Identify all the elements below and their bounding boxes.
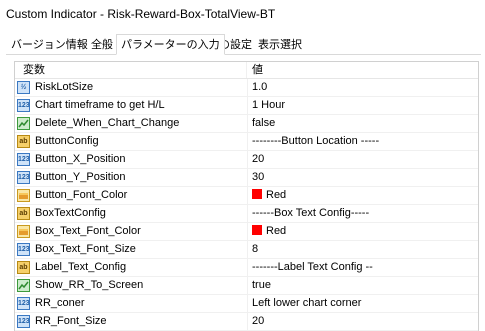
variable-name: Delete_When_Chart_Change bbox=[35, 117, 180, 129]
variable-name: Box_Text_Font_Size bbox=[35, 243, 136, 255]
parameters-table: 変数 値 ½ RiskLotSize 1.0 123 Chart timeframe t… bbox=[14, 61, 479, 331]
column-header-variable[interactable]: 変数 bbox=[15, 62, 247, 78]
value-cell[interactable]: 20 bbox=[248, 151, 478, 168]
variable-cell: Show_RR_To_Screen bbox=[15, 277, 248, 294]
window-title: Custom Indicator - Risk-Reward-Box-Total… bbox=[6, 7, 276, 21]
value-text: 8 bbox=[252, 243, 259, 255]
variable-name: BoxTextConfig bbox=[35, 207, 106, 219]
tab-general[interactable]: 全般 bbox=[86, 36, 118, 53]
value-text: 1.0 bbox=[252, 81, 268, 93]
table-row[interactable]: Show_RR_To_Screen true bbox=[15, 277, 478, 295]
variable-cell: 123 Button_X_Position bbox=[15, 151, 248, 168]
value-text: true bbox=[252, 279, 271, 291]
boolean-type-icon bbox=[17, 279, 30, 292]
value-text: ------Box Text Config----- bbox=[252, 207, 370, 219]
variable-name: Button_Font_Color bbox=[35, 189, 128, 201]
column-header-value[interactable]: 値 bbox=[248, 62, 478, 78]
value-text: -------Label Text Config -- bbox=[252, 261, 373, 273]
value-text: false bbox=[252, 117, 276, 129]
value-cell[interactable]: 8 bbox=[248, 241, 478, 258]
value-cell[interactable]: true bbox=[248, 277, 478, 294]
integer-type-icon: 123 bbox=[17, 243, 30, 256]
table-row[interactable]: 123 Button_Y_Position 30 bbox=[15, 169, 478, 187]
tab-inputs[interactable]: パラメーターの入力 bbox=[116, 34, 225, 55]
value-cell[interactable]: 30 bbox=[248, 169, 478, 186]
tab-version-info[interactable]: バージョン情報 bbox=[6, 36, 93, 53]
value-text: 30 bbox=[252, 171, 265, 183]
table-row[interactable]: Delete_When_Chart_Change false bbox=[15, 115, 478, 133]
string-type-icon: ab bbox=[17, 135, 30, 148]
variable-name: RR_Font_Size bbox=[35, 315, 107, 327]
tab-visualization[interactable]: 表示選択 bbox=[253, 36, 307, 53]
inputs-panel: 変数 値 ½ RiskLotSize 1.0 123 Chart timeframe t… bbox=[6, 54, 481, 331]
table-row[interactable]: 123 Box_Text_Font_Size 8 bbox=[15, 241, 478, 259]
boolean-type-icon bbox=[17, 117, 30, 130]
variable-cell: ab BoxTextConfig bbox=[15, 205, 248, 222]
value-text: 20 bbox=[252, 315, 265, 327]
table-row[interactable]: ab ButtonConfig --------Button Location --… bbox=[15, 133, 478, 151]
variable-name: RR_coner bbox=[35, 297, 85, 309]
color-swatch bbox=[252, 189, 262, 199]
title-bar: Custom Indicator - Risk-Reward-Box-Total… bbox=[0, 0, 485, 28]
double-type-icon: ½ bbox=[17, 81, 30, 94]
variable-cell: ab Label_Text_Config bbox=[15, 259, 248, 276]
color-type-icon bbox=[17, 225, 30, 238]
value-text: --------Button Location ----- bbox=[252, 135, 380, 147]
value-cell[interactable]: false bbox=[248, 115, 478, 132]
table-row[interactable]: 123 Button_X_Position 20 bbox=[15, 151, 478, 169]
table-header: 変数 値 bbox=[15, 62, 478, 79]
variable-cell: Box_Text_Font_Color bbox=[15, 223, 248, 240]
value-cell[interactable]: ------Box Text Config----- bbox=[248, 205, 478, 222]
value-text: 1 Hour bbox=[252, 99, 286, 111]
value-cell[interactable]: 20 bbox=[248, 313, 478, 330]
variable-name: RiskLotSize bbox=[35, 81, 94, 93]
variable-cell: 123 RR_coner bbox=[15, 295, 248, 312]
integer-type-icon: 123 bbox=[17, 153, 30, 166]
value-cell[interactable]: Left lower chart corner bbox=[248, 295, 478, 312]
variable-cell: Button_Font_Color bbox=[15, 187, 248, 204]
variable-cell: 123 Button_Y_Position bbox=[15, 169, 248, 186]
variable-cell: 123 Chart timeframe to get H/L bbox=[15, 97, 248, 114]
variable-cell: ab ButtonConfig bbox=[15, 133, 248, 150]
tab-strip: バージョン情報 全般 パラメーターの入力 色の設定 表示選択 bbox=[6, 34, 479, 55]
value-cell[interactable]: 1 Hour bbox=[248, 97, 478, 114]
table-row[interactable]: ab Label_Text_Config -------Label Text Con… bbox=[15, 259, 478, 277]
color-type-icon bbox=[17, 189, 30, 202]
value-cell[interactable]: --------Button Location ----- bbox=[248, 133, 478, 150]
value-text: Red bbox=[266, 189, 287, 201]
table-row[interactable]: 123 Chart timeframe to get H/L 1 Hour bbox=[15, 97, 478, 115]
integer-type-icon: 123 bbox=[17, 315, 30, 328]
variable-cell: 123 RR_Font_Size bbox=[15, 313, 248, 330]
variable-name: ButtonConfig bbox=[35, 135, 99, 147]
variable-name: Box_Text_Font_Color bbox=[35, 225, 141, 237]
string-type-icon: ab bbox=[17, 261, 30, 274]
variable-name: Show_RR_To_Screen bbox=[35, 279, 144, 291]
variable-cell: 123 Box_Text_Font_Size bbox=[15, 241, 248, 258]
color-swatch bbox=[252, 225, 262, 235]
value-cell[interactable]: Red bbox=[248, 187, 478, 204]
value-text: 20 bbox=[252, 153, 265, 165]
integer-type-icon: 123 bbox=[17, 171, 30, 184]
table-row[interactable]: Button_Font_Color Red bbox=[15, 187, 478, 205]
table-row[interactable]: 123 RR_coner Left lower chart corner bbox=[15, 295, 478, 313]
value-text: Red bbox=[266, 225, 287, 237]
variable-name: Label_Text_Config bbox=[35, 261, 127, 273]
variable-name: Button_Y_Position bbox=[35, 171, 126, 183]
value-cell[interactable]: 1.0 bbox=[248, 79, 478, 96]
value-cell[interactable]: Red bbox=[248, 223, 478, 240]
variable-name: Button_X_Position bbox=[35, 153, 126, 165]
integer-type-icon: 123 bbox=[17, 297, 30, 310]
integer-type-icon: 123 bbox=[17, 99, 30, 112]
table-row[interactable]: ab BoxTextConfig ------Box Text Config----… bbox=[15, 205, 478, 223]
variable-cell: ½ RiskLotSize bbox=[15, 79, 248, 96]
variable-name: Chart timeframe to get H/L bbox=[35, 99, 165, 111]
value-text: Left lower chart corner bbox=[252, 297, 362, 309]
table-row[interactable]: 123 RR_Font_Size 20 bbox=[15, 313, 478, 331]
table-row[interactable]: ½ RiskLotSize 1.0 bbox=[15, 79, 478, 97]
variable-cell: Delete_When_Chart_Change bbox=[15, 115, 248, 132]
string-type-icon: ab bbox=[17, 207, 30, 220]
table-row[interactable]: Box_Text_Font_Color Red bbox=[15, 223, 478, 241]
value-cell[interactable]: -------Label Text Config -- bbox=[248, 259, 478, 276]
